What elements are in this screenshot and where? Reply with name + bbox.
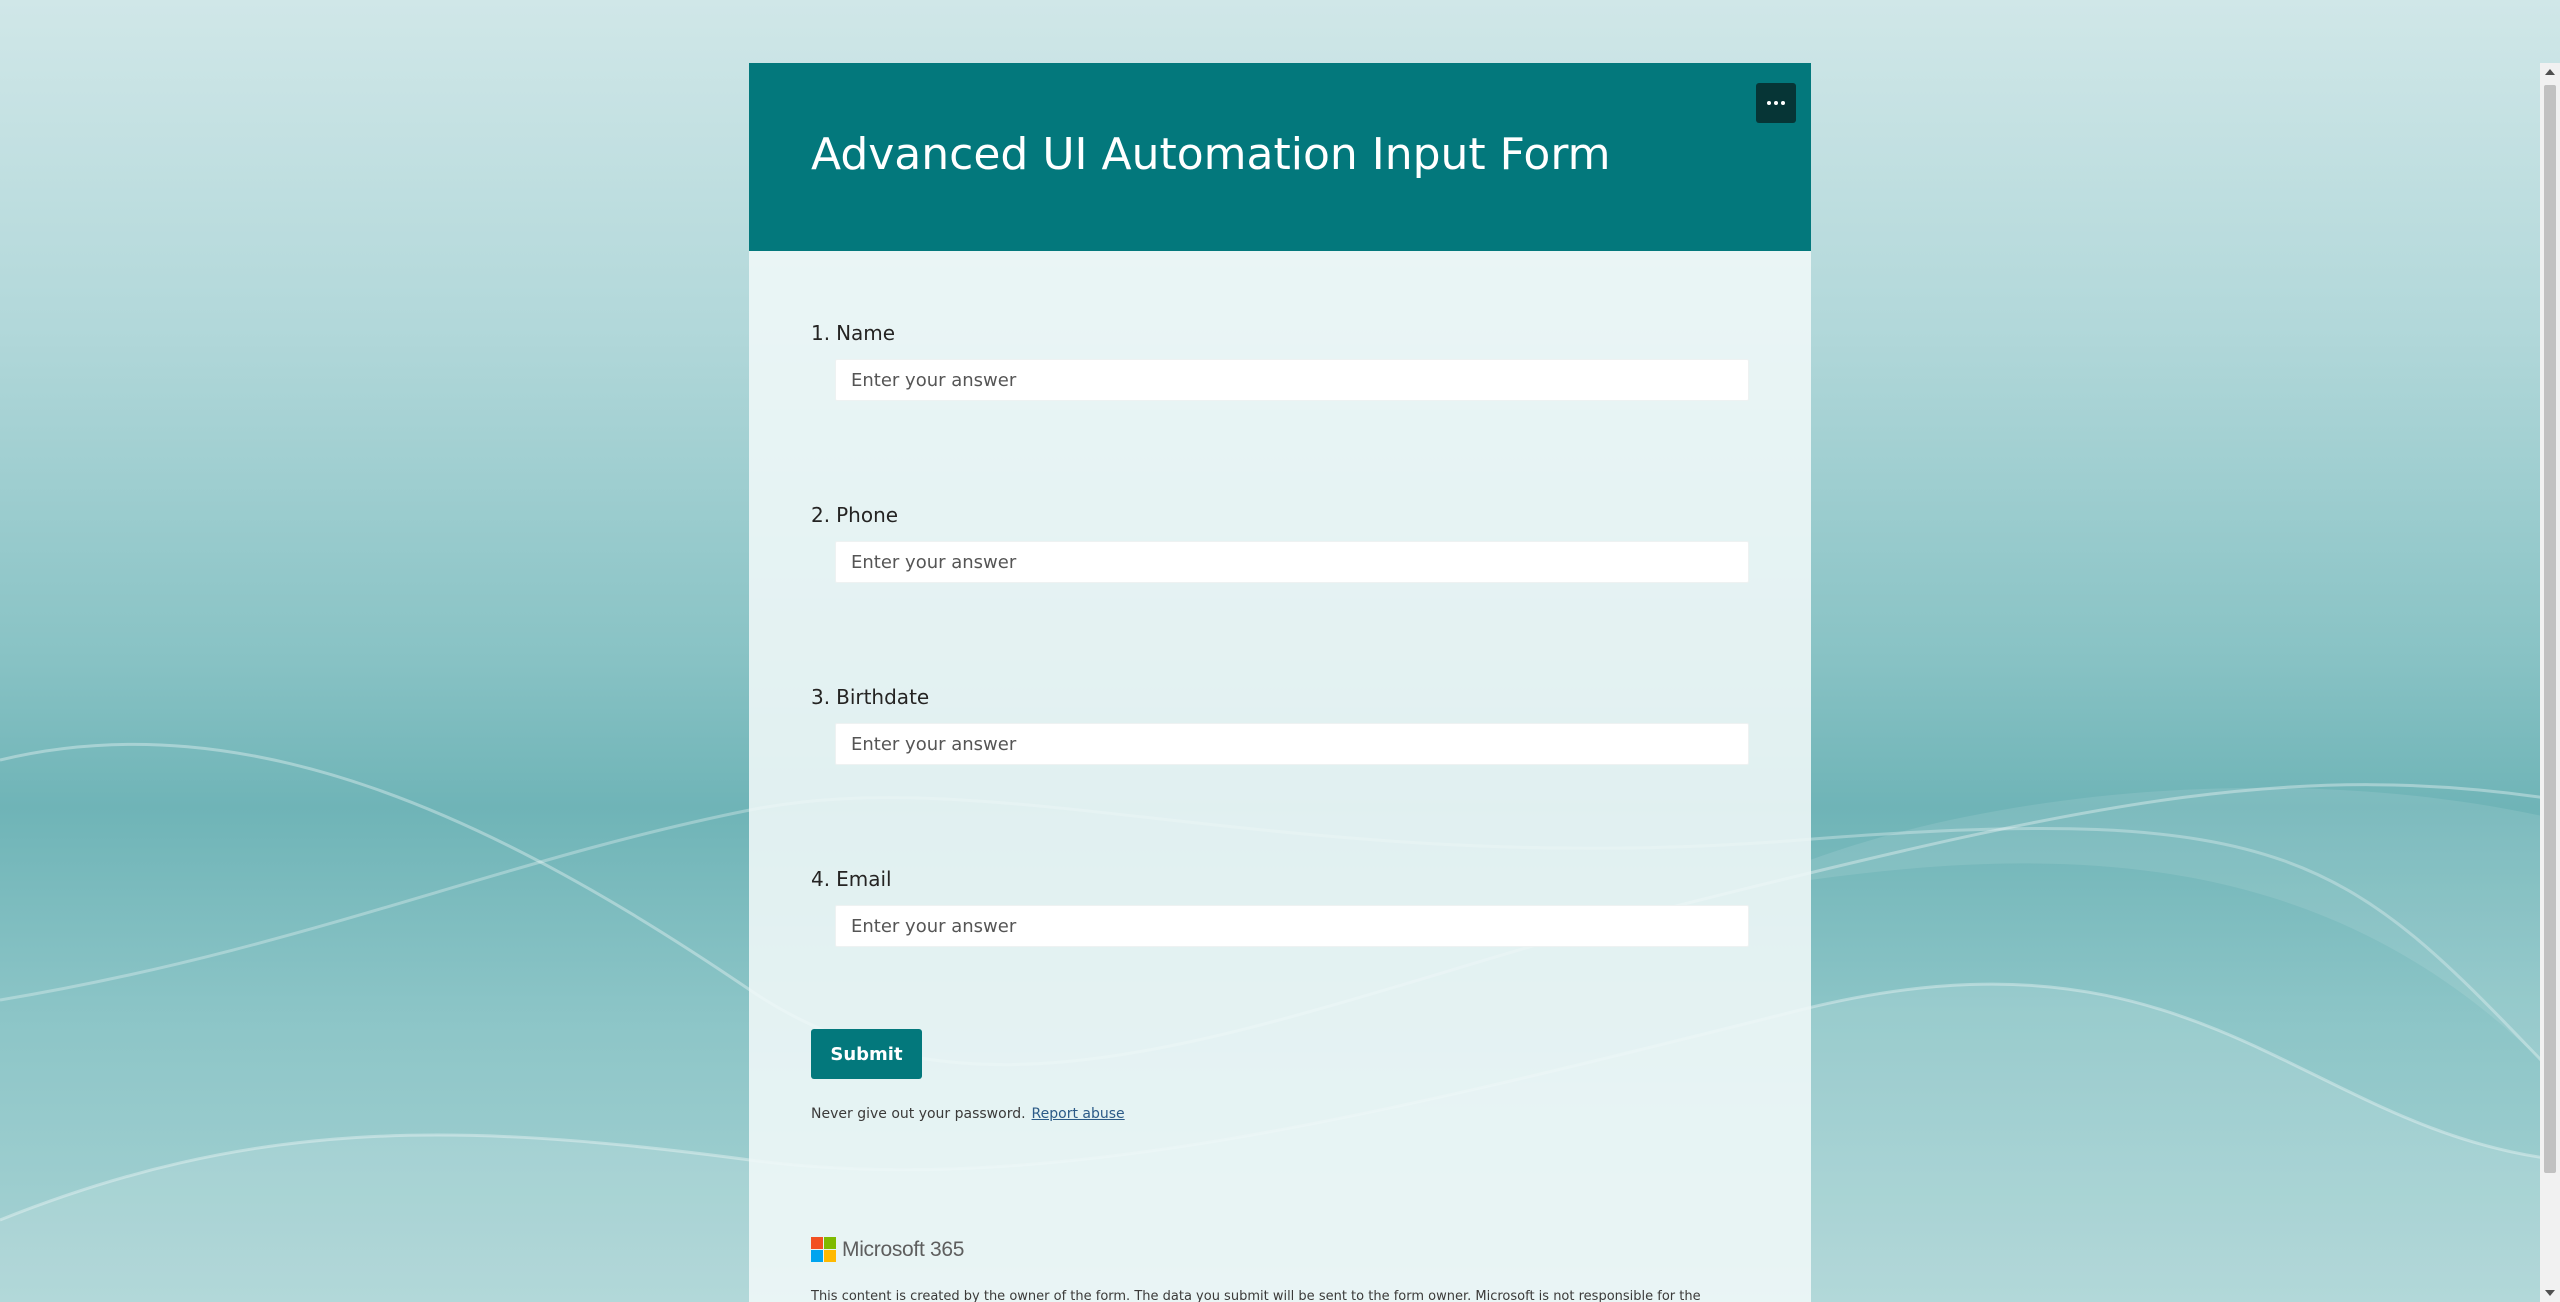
- question-label: Name: [836, 321, 896, 345]
- question-title: 1. Name: [811, 321, 1751, 345]
- password-note-text: Never give out your password.: [811, 1106, 1026, 1122]
- scroll-up-arrow-icon[interactable]: [2545, 69, 2555, 75]
- more-options-button[interactable]: [1756, 83, 1796, 123]
- email-input[interactable]: [835, 905, 1749, 947]
- microsoft-365-brand: Microsoft 365: [811, 1237, 964, 1262]
- question-label: Birthdate: [836, 685, 930, 709]
- brand-name: Microsoft 365: [842, 1237, 965, 1261]
- question-number: 3.: [811, 685, 831, 709]
- question-title: 3. Birthdate: [811, 685, 1751, 709]
- microsoft-logo-icon: [811, 1237, 836, 1262]
- form-card: Advanced UI Automation Input Form 1. Nam…: [749, 63, 1811, 1302]
- question-birthdate: 3. Birthdate: [811, 685, 1751, 765]
- question-email: 4. Email: [811, 867, 1751, 947]
- report-abuse-link[interactable]: Report abuse: [1032, 1106, 1125, 1122]
- phone-input[interactable]: [835, 541, 1749, 583]
- question-name: 1. Name: [811, 321, 1751, 401]
- birthdate-input[interactable]: [835, 723, 1749, 765]
- question-title: 2. Phone: [811, 503, 1751, 527]
- form-title: Advanced UI Automation Input Form: [811, 129, 1611, 180]
- question-number: 1.: [811, 321, 831, 345]
- question-number: 2.: [811, 503, 831, 527]
- name-input[interactable]: [835, 359, 1749, 401]
- question-label: Email: [836, 867, 892, 891]
- question-number: 4.: [811, 867, 831, 891]
- scroll-down-arrow-icon[interactable]: [2545, 1290, 2555, 1296]
- disclaimer-text: This content is created by the owner of …: [811, 1289, 1701, 1302]
- question-label: Phone: [836, 503, 899, 527]
- question-title: 4. Email: [811, 867, 1751, 891]
- more-horizontal-icon: [1767, 101, 1785, 105]
- form-header: Advanced UI Automation Input Form: [749, 63, 1811, 251]
- scrollbar-thumb[interactable]: [2544, 85, 2556, 1173]
- password-warning: Never give out your password. Report abus…: [811, 1106, 1125, 1122]
- submit-button[interactable]: Submit: [811, 1029, 922, 1079]
- question-phone: 2. Phone: [811, 503, 1751, 583]
- vertical-scrollbar[interactable]: [2540, 63, 2560, 1302]
